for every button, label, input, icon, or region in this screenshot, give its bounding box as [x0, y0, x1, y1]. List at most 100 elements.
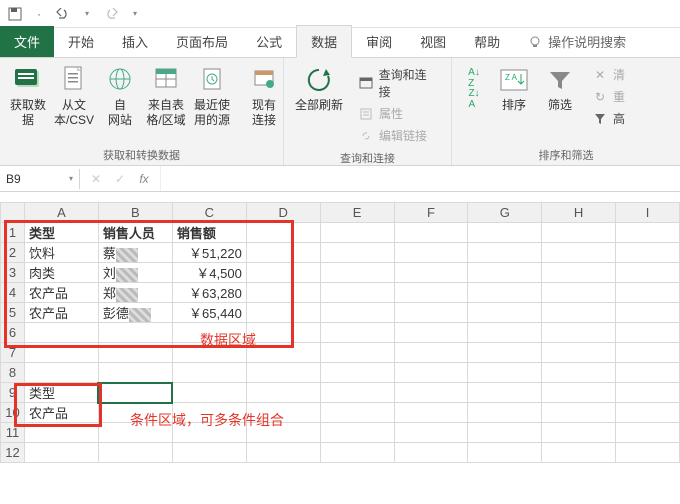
name-box-value: B9	[6, 172, 21, 186]
tab-help[interactable]: 帮助	[460, 26, 514, 57]
advanced-button[interactable]: 高	[588, 108, 629, 129]
row-7[interactable]: 7	[1, 343, 25, 363]
cell-B4[interactable]: 郑	[98, 283, 172, 303]
group-conn-label: 查询和连接	[290, 148, 445, 166]
from-table-button[interactable]: 来自表 格/区域	[144, 62, 188, 145]
tab-file[interactable]: 文件	[0, 26, 54, 57]
properties-icon	[358, 106, 374, 122]
properties-label: 属性	[379, 105, 403, 122]
row-9[interactable]: 9	[1, 383, 25, 403]
from-csv-button[interactable]: 从文 本/CSV	[52, 62, 96, 145]
filter-icon	[544, 64, 576, 96]
row-2[interactable]: 2	[1, 243, 25, 263]
queries-button[interactable]: 查询和连接	[354, 64, 441, 102]
col-D[interactable]: D	[246, 203, 320, 223]
col-B[interactable]: B	[98, 203, 172, 223]
enter-icon[interactable]: ✓	[112, 172, 128, 186]
col-A[interactable]: A	[24, 203, 98, 223]
sort-za-icon: Z↓A	[466, 91, 482, 107]
col-F[interactable]: F	[394, 203, 468, 223]
cell-C3[interactable]: ￥4,500	[172, 263, 246, 283]
col-C[interactable]: C	[172, 203, 246, 223]
name-box[interactable]: B9 ▾	[0, 169, 80, 189]
sort-az-button[interactable]: A↓Z	[462, 68, 486, 88]
cell-A2[interactable]: 饮料	[24, 243, 98, 263]
cell-A10[interactable]: 农产品	[24, 403, 98, 423]
cell-B2[interactable]: 蔡	[98, 243, 172, 263]
col-G[interactable]: G	[468, 203, 542, 223]
cell-A4[interactable]: 农产品	[24, 283, 98, 303]
formula-bar[interactable]	[160, 166, 680, 191]
cell-A3[interactable]: 肉类	[24, 263, 98, 283]
group-sort-label: 排序和筛选	[458, 145, 674, 163]
row-3[interactable]: 3	[1, 263, 25, 283]
cell-A1[interactable]: 类型	[24, 223, 98, 243]
tab-review[interactable]: 审阅	[352, 26, 406, 57]
row-8[interactable]: 8	[1, 363, 25, 383]
row-12[interactable]: 12	[1, 443, 25, 463]
cell-B1[interactable]: 销售人员	[98, 223, 172, 243]
filter-button[interactable]: 筛选	[538, 62, 582, 145]
row-6[interactable]: 6	[1, 323, 25, 343]
recent-button[interactable]: 最近使 用的源	[190, 62, 234, 145]
csv-icon	[58, 64, 90, 96]
cell-B9[interactable]	[98, 383, 172, 403]
tab-home[interactable]: 开始	[54, 26, 108, 57]
cell-A9[interactable]: 类型	[24, 383, 98, 403]
filter-label: 筛选	[548, 98, 572, 113]
redo-icon[interactable]	[102, 5, 120, 23]
edit-links-button[interactable]: 编辑链接	[354, 125, 441, 146]
col-E[interactable]: E	[320, 203, 394, 223]
sort-za-button[interactable]: Z↓A	[462, 89, 486, 109]
row-10[interactable]: 10	[1, 403, 25, 423]
tab-layout[interactable]: 页面布局	[162, 26, 242, 57]
get-data-button[interactable]: 获取数 据	[6, 62, 50, 145]
row-5[interactable]: 5	[1, 303, 25, 323]
tab-insert[interactable]: 插入	[108, 26, 162, 57]
col-I[interactable]: I	[616, 203, 680, 223]
tab-formulas[interactable]: 公式	[242, 26, 296, 57]
cell-B5[interactable]: 彭德	[98, 303, 172, 323]
cell-C4[interactable]: ￥63,280	[172, 283, 246, 303]
qat-sep: ·	[30, 5, 48, 23]
tab-view[interactable]: 视图	[406, 26, 460, 57]
cell-B3[interactable]: 刘	[98, 263, 172, 283]
worksheet-grid[interactable]: A B C D E F G H I 1 类型 销售人员 销售额 2 饮料 蔡 ￥…	[0, 202, 680, 463]
refresh-all-button[interactable]: 全部刷新	[290, 62, 348, 148]
undo-icon[interactable]	[54, 5, 72, 23]
row-1[interactable]: 1	[1, 223, 25, 243]
properties-button[interactable]: 属性	[354, 103, 441, 124]
cell-C2[interactable]: ￥51,220	[172, 243, 246, 263]
qat-more[interactable]: ▾	[126, 5, 144, 23]
clear-icon: ✕	[592, 67, 608, 83]
queries-icon	[358, 75, 374, 91]
existing-conn-icon	[248, 64, 280, 96]
row-4[interactable]: 4	[1, 283, 25, 303]
reapply-label: 重	[613, 88, 625, 105]
cancel-icon[interactable]: ✕	[88, 172, 104, 186]
web-icon	[104, 64, 136, 96]
queries-label: 查询和连接	[379, 66, 437, 100]
cell-C1[interactable]: 销售额	[172, 223, 246, 243]
existing-conn-button[interactable]: 现有 连接	[242, 62, 286, 145]
fx-icon[interactable]: fx	[136, 172, 152, 186]
select-all[interactable]	[1, 203, 25, 223]
cell-A5[interactable]: 农产品	[24, 303, 98, 323]
from-web-label: 自 网站	[108, 98, 132, 128]
advanced-label: 高	[613, 110, 625, 127]
from-web-button[interactable]: 自 网站	[98, 62, 142, 145]
sort-icon: Z A	[498, 64, 530, 96]
undo-dd[interactable]: ▾	[78, 5, 96, 23]
links-icon	[358, 128, 374, 144]
tell-me[interactable]: 操作说明搜索	[514, 26, 640, 57]
cell-C5[interactable]: ￥65,440	[172, 303, 246, 323]
sort-button[interactable]: Z A 排序	[492, 62, 536, 145]
col-H[interactable]: H	[542, 203, 616, 223]
reapply-button[interactable]: ↻重	[588, 86, 629, 107]
clear-button[interactable]: ✕清	[588, 64, 629, 85]
row-11[interactable]: 11	[1, 423, 25, 443]
save-icon[interactable]	[6, 5, 24, 23]
tab-data[interactable]: 数据	[296, 25, 352, 58]
name-box-dd-icon[interactable]: ▾	[69, 174, 73, 183]
svg-text:Z A: Z A	[505, 73, 518, 82]
